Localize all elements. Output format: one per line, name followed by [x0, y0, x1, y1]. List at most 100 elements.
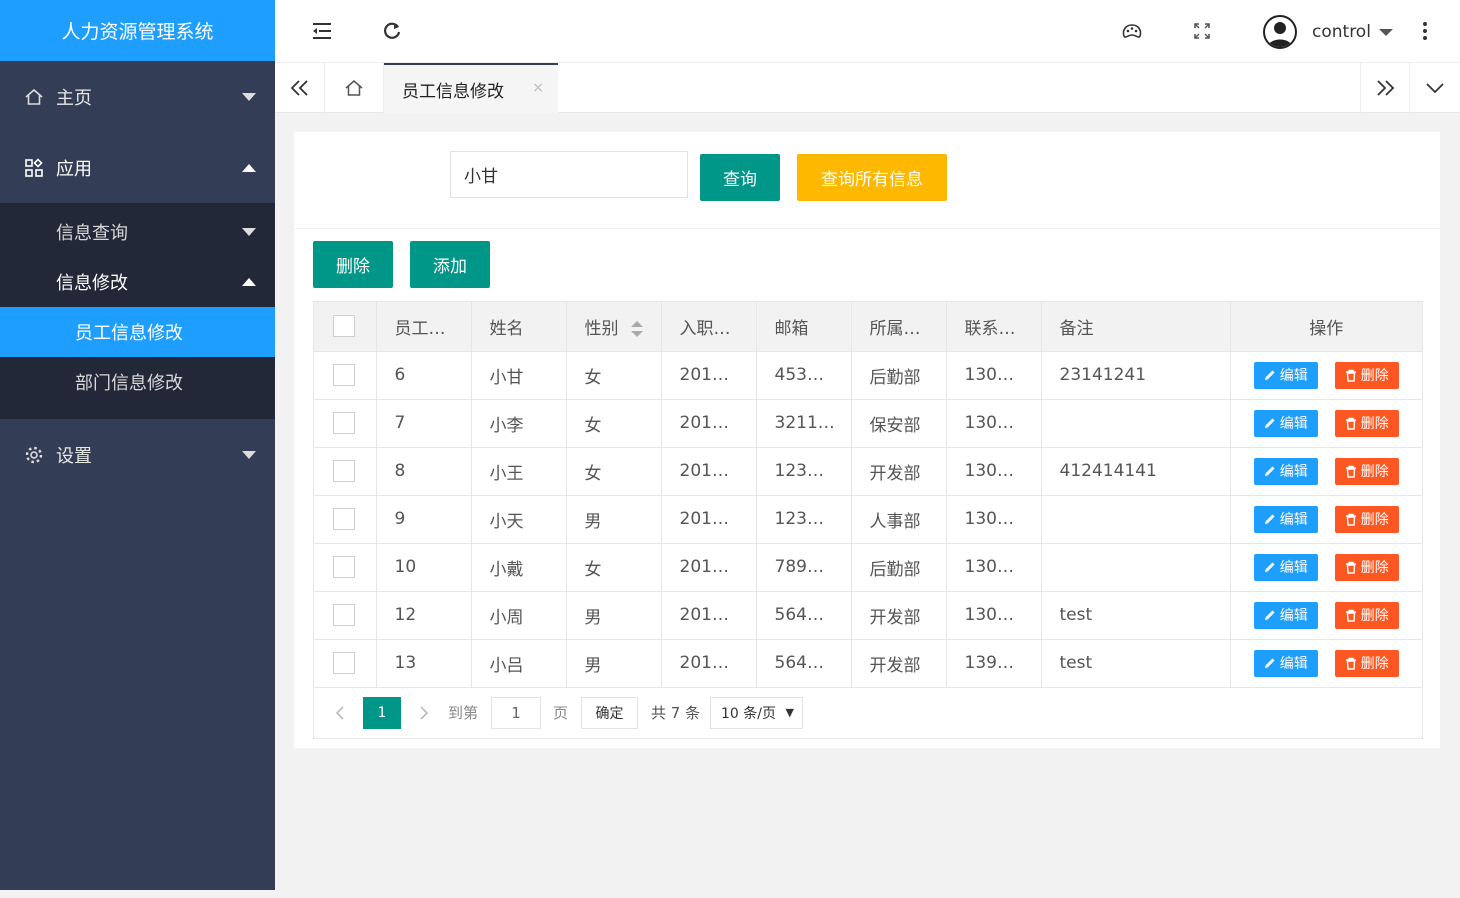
pencil-icon	[1264, 418, 1275, 428]
select-all-checkbox[interactable]	[333, 315, 355, 338]
delete-button[interactable]: 删除	[1334, 649, 1399, 677]
delete-label: 删除	[1360, 656, 1389, 672]
sidebar: 主页 应用 信息查询 信息修改 员工信息修改 部门信息修改 设置	[0, 61, 275, 890]
table-row: 13 小吕男 201… 564… 开发部 139… test 编辑 删除	[314, 639, 1422, 688]
delete-button[interactable]: 删除	[1334, 457, 1399, 485]
tab-scroll-right-button[interactable]	[1360, 63, 1410, 113]
sidebar-item-dept-edit[interactable]: 部门信息修改	[0, 357, 275, 407]
table-cell: 201…	[661, 591, 757, 640]
batch-delete-button[interactable]: 删除	[313, 241, 393, 288]
table-cell: 保安部	[851, 399, 947, 448]
table-cell: 小天	[471, 495, 567, 544]
table-cell: 女	[566, 399, 662, 448]
sidebar-item-apps[interactable]: 应用	[0, 132, 275, 203]
pencil-icon	[1264, 658, 1275, 668]
tab-bar: 员工信息修改 ×	[275, 63, 1460, 113]
pencil-icon	[1264, 514, 1275, 524]
delete-button[interactable]: 删除	[1334, 361, 1399, 389]
prev-page-button[interactable]	[328, 697, 352, 729]
edit-button[interactable]: 编辑	[1253, 649, 1318, 677]
tab-home-button[interactable]	[325, 63, 384, 113]
delete-button[interactable]: 删除	[1334, 505, 1399, 533]
tab-menu-button[interactable]	[1410, 63, 1460, 113]
sidebar-item-info-edit[interactable]: 信息修改	[0, 257, 275, 307]
sidebar-item-info-query[interactable]: 信息查询	[0, 207, 275, 257]
query-button[interactable]: 查询	[700, 154, 780, 201]
goto-page-input[interactable]: 1	[491, 696, 541, 729]
menu-collapse-icon[interactable]	[310, 19, 334, 43]
row-select-cell	[314, 351, 377, 400]
query-all-button[interactable]: 查询所有信息	[797, 154, 947, 201]
edit-button[interactable]: 编辑	[1253, 361, 1318, 389]
search-input[interactable]	[450, 151, 688, 198]
table-cell: 139…	[946, 639, 1042, 688]
row-select-cell	[314, 447, 377, 496]
per-page-select[interactable]: 10 条/页 ▼	[710, 696, 803, 729]
select-all-cell	[314, 302, 377, 352]
row-checkbox[interactable]	[333, 604, 355, 626]
page-number-current[interactable]: 1	[363, 696, 401, 729]
add-button[interactable]: 添加	[410, 241, 490, 288]
delete-button[interactable]: 删除	[1334, 553, 1399, 581]
home-icon	[345, 80, 363, 96]
edit-button[interactable]: 编辑	[1253, 601, 1318, 629]
table-cell: 201…	[661, 543, 757, 592]
next-page-button[interactable]	[412, 697, 436, 729]
row-checkbox[interactable]	[333, 508, 355, 530]
column-header[interactable]: 邮箱	[756, 302, 852, 352]
row-actions: 编辑 删除	[1230, 591, 1422, 640]
row-checkbox[interactable]	[333, 652, 355, 674]
table-cell: 564…	[756, 639, 852, 688]
pagination: 1 到第 1 页 确定 共 7 条 10 条/页 ▼	[314, 688, 1422, 738]
sidebar-item-settings[interactable]: 设置	[0, 419, 275, 490]
row-checkbox[interactable]	[333, 364, 355, 386]
delete-button[interactable]: 删除	[1334, 409, 1399, 437]
tab-employee-edit[interactable]: 员工信息修改 ×	[384, 63, 558, 113]
pencil-icon	[1264, 466, 1275, 476]
row-checkbox[interactable]	[333, 460, 355, 482]
user-menu[interactable]: control	[1263, 14, 1393, 50]
employee-table: 员工… 姓名 性别 入职… 邮箱 所属… 联系… 备注 操作 6 小甘女 201… 4…	[313, 301, 1423, 739]
table-cell: 男	[566, 639, 662, 688]
apps-icon	[24, 157, 44, 178]
top-header: control	[275, 0, 1460, 63]
column-header[interactable]: 所属…	[851, 302, 947, 352]
chevron-down-icon	[1378, 28, 1393, 36]
row-checkbox[interactable]	[333, 412, 355, 434]
refresh-icon[interactable]	[380, 19, 404, 43]
column-header[interactable]: 性别	[566, 302, 662, 352]
delete-label: 删除	[1360, 416, 1389, 432]
column-header[interactable]: 姓名	[471, 302, 567, 352]
theme-palette-icon[interactable]	[1120, 19, 1144, 43]
edit-button[interactable]: 编辑	[1253, 409, 1318, 437]
table-cell: 23141241	[1041, 351, 1231, 400]
sidebar-item-home[interactable]: 主页	[0, 61, 275, 132]
table-cell	[1041, 543, 1231, 592]
close-icon[interactable]: ×	[532, 80, 544, 96]
column-header[interactable]: 备注	[1041, 302, 1231, 352]
edit-button[interactable]: 编辑	[1253, 505, 1318, 533]
edit-button[interactable]: 编辑	[1253, 553, 1318, 581]
edit-label: 编辑	[1279, 368, 1308, 384]
fullscreen-icon[interactable]	[1190, 19, 1214, 43]
edit-button[interactable]: 编辑	[1253, 457, 1318, 485]
delete-button[interactable]: 删除	[1334, 601, 1399, 629]
column-header[interactable]: 入职…	[661, 302, 757, 352]
sidebar-item-employee-edit[interactable]: 员工信息修改	[0, 307, 275, 357]
tab-scroll-left-button[interactable]	[275, 63, 325, 113]
username: control	[1312, 22, 1371, 42]
search-bar: 查询 查询所有信息	[294, 132, 1440, 229]
edit-label: 编辑	[1279, 560, 1308, 576]
table-cell: 开发部	[851, 591, 947, 640]
column-header[interactable]: 联系…	[946, 302, 1042, 352]
row-select-cell	[314, 543, 377, 592]
column-header[interactable]: 员工…	[376, 302, 472, 352]
tab-label: 员工信息修改	[402, 81, 504, 102]
row-actions: 编辑 删除	[1230, 351, 1422, 400]
row-checkbox[interactable]	[333, 556, 355, 578]
more-vertical-icon[interactable]	[1413, 19, 1437, 43]
table-cell: 小甘	[471, 351, 567, 400]
app-logo-title: 人力资源管理系统	[0, 0, 275, 61]
goto-confirm-button[interactable]: 确定	[581, 696, 638, 729]
sort-icon[interactable]	[630, 320, 643, 337]
